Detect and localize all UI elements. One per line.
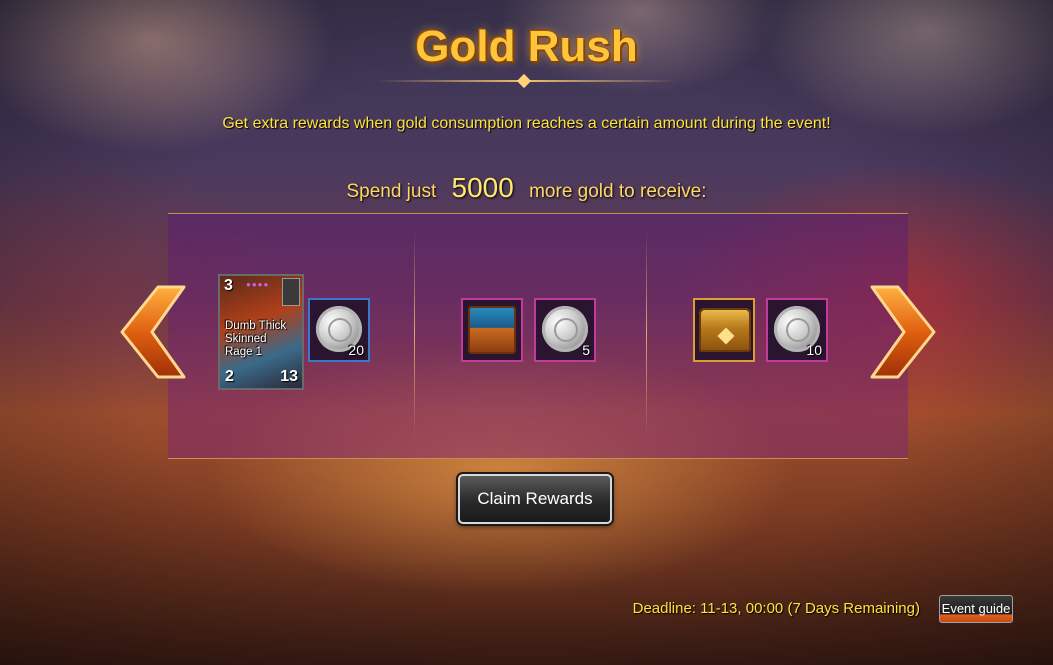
reward-coin-slot[interactable]: 10 — [766, 298, 828, 362]
reward-card[interactable]: 3 ●●●● Dumb Thick Skinned Rage 1 2 13 — [218, 274, 304, 390]
card-attack: 2 — [225, 368, 234, 385]
previous-arrow-icon[interactable] — [118, 283, 190, 381]
reward-quantity: 20 — [348, 342, 364, 358]
reward-coin-slot[interactable]: 5 — [534, 298, 596, 362]
card-health: 13 — [280, 368, 298, 385]
reward-chest-slot[interactable] — [461, 298, 523, 362]
blue-chest-icon — [468, 306, 516, 354]
next-arrow-icon[interactable] — [866, 283, 938, 381]
card-class-icon — [282, 278, 300, 306]
event-guide-button[interactable]: Event guide — [939, 595, 1013, 623]
reward-divider — [414, 230, 415, 440]
deadline-text: Deadline: 11-13, 00:00 (7 Days Remaining… — [632, 600, 920, 617]
card-cost: 3 — [224, 277, 233, 294]
spend-prefix: Spend just — [346, 181, 437, 202]
spend-amount: 5000 — [451, 172, 514, 203]
reward-quantity: 5 — [582, 342, 590, 358]
card-name: Dumb Thick Skinned Rage 1 — [225, 320, 287, 358]
card-rarity-dots: ●●●● — [246, 280, 270, 289]
reward-coin-slot[interactable]: 20 — [308, 298, 370, 362]
gold-chest-icon — [699, 308, 751, 352]
spend-suffix: more gold to receive: — [529, 181, 707, 202]
spend-line: Spend just 5000 more gold to receive: — [0, 172, 1053, 204]
reward-chest-slot[interactable] — [693, 298, 755, 362]
event-description: Get extra rewards when gold consumption … — [222, 115, 831, 132]
reward-quantity: 10 — [806, 342, 822, 358]
event-title: Gold Rush — [415, 22, 638, 71]
reward-divider — [646, 230, 647, 440]
claim-rewards-button[interactable]: Claim Rewards — [458, 474, 612, 524]
